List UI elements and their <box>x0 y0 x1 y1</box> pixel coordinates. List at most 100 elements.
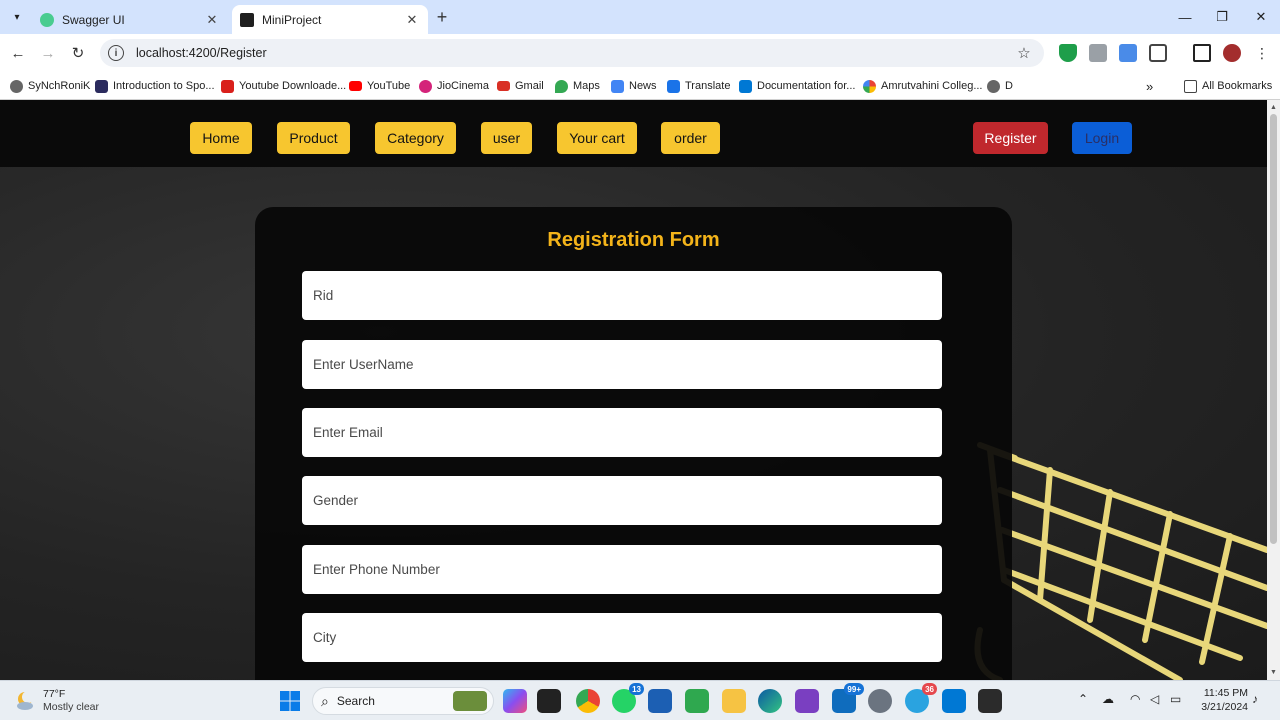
bookmark-gmail[interactable]: Gmail <box>497 77 544 95</box>
nav-home-button[interactable]: Home <box>190 122 252 154</box>
tab-miniproject[interactable]: MiniProject ✕ <box>232 5 428 34</box>
address-bar[interactable]: i localhost:4200/Register ☆ <box>100 39 1044 67</box>
form-title: Registration Form <box>547 229 720 251</box>
close-tab-icon[interactable]: ✕ <box>204 12 220 28</box>
new-tab-plus-icon[interactable]: + <box>432 7 452 27</box>
weather-condition[interactable]: Mostly clear <box>43 701 99 713</box>
tab-search-chevron-icon[interactable]: ▾ <box>6 7 28 27</box>
extension-icon[interactable] <box>1089 44 1107 62</box>
bookmark-translate[interactable]: Translate <box>667 77 730 95</box>
terminal-app-icon[interactable] <box>978 689 1002 713</box>
nav-product-button[interactable]: Product <box>277 122 350 154</box>
settings-gear-icon[interactable] <box>868 689 892 713</box>
mail-badge: 99+ <box>844 683 864 695</box>
whatsapp-badge: 13 <box>629 683 644 695</box>
close-window-icon[interactable]: ✕ <box>1243 6 1279 28</box>
login-button[interactable]: Login <box>1072 122 1132 154</box>
windows-start-icon[interactable] <box>279 690 301 712</box>
minimize-icon[interactable]: — <box>1167 6 1203 28</box>
notification-bell-icon[interactable]: ♪ <box>1252 692 1258 706</box>
page-scrollbar[interactable]: ▲ ▼ <box>1267 100 1280 680</box>
maximize-icon[interactable]: ❐ <box>1204 6 1240 28</box>
telegram-app-icon[interactable]: 36 <box>905 683 937 713</box>
bookmark-label: D <box>1005 80 1013 92</box>
globe-icon <box>987 79 1000 93</box>
bookmark-label: News <box>629 80 657 92</box>
vscode-app-icon[interactable] <box>942 689 966 713</box>
forward-arrow-icon[interactable]: → <box>38 43 58 63</box>
mail-app-icon[interactable]: 99+ <box>832 683 864 713</box>
extensions-puzzle-icon[interactable] <box>1149 44 1167 62</box>
wifi-icon[interactable]: ◠ <box>1130 692 1140 706</box>
angular-favicon-icon <box>240 12 254 27</box>
address-url[interactable]: localhost:4200/Register <box>136 46 1014 60</box>
extension-icon[interactable] <box>1119 44 1137 62</box>
phone-input[interactable] <box>302 545 942 594</box>
adblock-shield-icon[interactable] <box>1059 44 1077 62</box>
bookmark-label: YouTube <box>367 80 411 92</box>
copilot-app-icon[interactable] <box>503 689 527 713</box>
profile-avatar[interactable] <box>1223 44 1241 62</box>
weather-temperature[interactable]: 77°F <box>43 688 65 700</box>
show-hidden-icons-chevron-icon[interactable]: ⌃ <box>1078 692 1088 706</box>
chrome-menu-icon[interactable]: ⋮ <box>1253 44 1271 62</box>
side-panel-icon[interactable] <box>1193 44 1211 62</box>
all-bookmarks[interactable]: All Bookmarks <box>1184 77 1272 95</box>
site-info-icon[interactable]: i <box>108 45 124 61</box>
nav-user-button[interactable]: user <box>481 122 532 154</box>
bookmark-youtube[interactable]: YouTube <box>349 77 410 95</box>
bookmark-star-icon[interactable]: ☆ <box>1014 44 1034 62</box>
swagger-favicon-icon <box>40 12 54 27</box>
volume-icon[interactable]: ◁ <box>1150 692 1159 706</box>
reload-icon[interactable]: ↻ <box>68 43 88 63</box>
bookmark-amrutvahini[interactable]: Amrutvahini Colleg... <box>863 77 983 95</box>
bookmark-introduction[interactable]: Introduction to Spo... <box>95 77 215 95</box>
all-bookmarks-label: All Bookmarks <box>1202 80 1273 92</box>
gender-input[interactable] <box>302 476 942 525</box>
scrollbar-thumb[interactable] <box>1270 114 1277 544</box>
clock-date[interactable]: 3/21/2024 <box>1196 701 1248 713</box>
browser-toolbar: ← → ↻ i localhost:4200/Register ☆ ⋮ <box>0 34 1280 72</box>
vscode-icon <box>739 79 752 93</box>
nav-order-button[interactable]: order <box>661 122 720 154</box>
visual-studio-icon[interactable] <box>795 689 819 713</box>
chrome-app-icon[interactable] <box>576 689 600 713</box>
snipping-app-icon[interactable] <box>685 689 709 713</box>
battery-icon[interactable]: ▭ <box>1170 692 1181 706</box>
bookmarks-bar: SyNchRoniK Introduction to Spo... Youtub… <box>0 72 1280 100</box>
edge-app-icon[interactable] <box>758 689 782 713</box>
bookmark-label: Translate <box>685 80 731 92</box>
search-highlight-image <box>453 691 487 711</box>
bookmark-maps[interactable]: Maps <box>555 77 600 95</box>
bookmark-synchronik[interactable]: SyNchRoniK <box>10 77 90 95</box>
bookmark-news[interactable]: News <box>611 77 657 95</box>
file-explorer-icon[interactable] <box>722 689 746 713</box>
bookmark-documentation[interactable]: Documentation for... <box>739 77 855 95</box>
scroll-down-arrow-icon[interactable]: ▼ <box>1270 669 1277 676</box>
bookmark-label: Gmail <box>515 80 544 92</box>
bookmark-youtube-downloader[interactable]: Youtube Downloade... <box>221 77 346 95</box>
username-input[interactable] <box>302 340 942 389</box>
tab-swagger-ui[interactable]: Swagger UI ✕ <box>32 5 228 34</box>
bookmark-label: JioCinema <box>437 80 489 92</box>
task-view-icon[interactable] <box>537 689 561 713</box>
close-tab-icon[interactable]: ✕ <box>404 12 420 28</box>
more-bookmarks-chevron-icon[interactable]: » <box>1146 77 1153 95</box>
back-arrow-icon[interactable]: ← <box>8 43 28 63</box>
whatsapp-app-icon[interactable]: 13 <box>612 683 644 713</box>
clock-time[interactable]: 11:45 PM <box>1196 687 1248 699</box>
onedrive-cloud-icon[interactable]: ☁ <box>1102 692 1114 706</box>
email-input[interactable] <box>302 408 942 457</box>
nav-category-button[interactable]: Category <box>375 122 456 154</box>
nav-your-cart-button[interactable]: Your cart <box>557 122 637 154</box>
moon-cloud-weather-icon[interactable] <box>14 690 36 712</box>
bookmark-jiocinema[interactable]: JioCinema <box>419 77 489 95</box>
bookmark-d[interactable]: D <box>987 77 1013 95</box>
city-input[interactable] <box>302 613 942 662</box>
scroll-up-arrow-icon[interactable]: ▲ <box>1270 104 1277 111</box>
bookmark-label: Amrutvahini Colleg... <box>881 80 983 92</box>
register-button[interactable]: Register <box>973 122 1048 154</box>
rid-input[interactable] <box>302 271 942 320</box>
store-app-icon[interactable] <box>648 689 672 713</box>
taskbar-search[interactable]: ⌕ Search <box>312 687 494 715</box>
